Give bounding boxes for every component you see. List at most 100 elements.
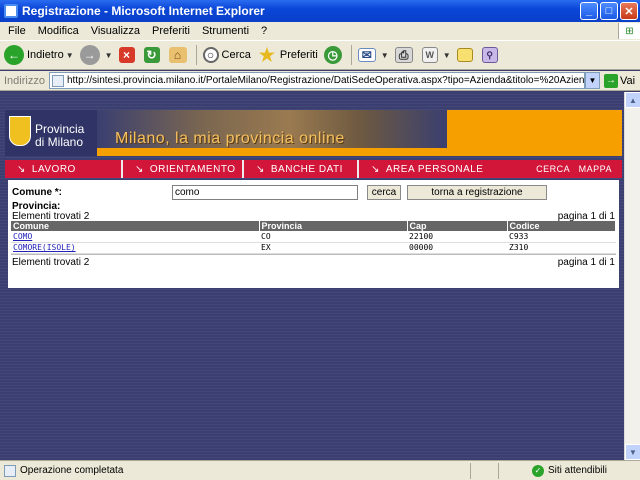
research-icon: ⚲ <box>481 47 498 63</box>
back-dropdown-icon[interactable]: ▼ <box>66 51 74 60</box>
main-nav: ↘ LAVORO ↘ ORIENTAMENTO ↘ BANCHE DATI ↘ … <box>5 160 622 178</box>
go-arrow-icon: → <box>603 73 618 88</box>
scroll-down-icon[interactable]: ▼ <box>625 444 640 460</box>
comune-link[interactable]: COMORE(ISOLE) <box>13 243 76 252</box>
cell-cap: 00000 <box>407 242 507 254</box>
comune-input[interactable] <box>172 185 358 200</box>
provincia-name-line1: Provincia <box>35 122 85 136</box>
research-button[interactable]: ⚲ <box>481 47 501 63</box>
address-dropdown-icon[interactable]: ▼ <box>584 72 600 89</box>
menu-file[interactable]: File <box>2 25 32 37</box>
status-bar: Operazione completata ✓ Siti attendibili <box>0 460 640 480</box>
home-icon: ⌂ <box>168 47 187 63</box>
note-icon <box>456 48 473 62</box>
favorites-button[interactable]: ★ Preferiti <box>257 45 318 65</box>
minimize-button[interactable]: _ <box>580 2 598 20</box>
vertical-scrollbar[interactable]: ▲ ▼ <box>624 92 640 460</box>
stop-icon: × <box>118 47 135 63</box>
torna-registrazione-button[interactable]: torna a registrazione <box>407 185 547 200</box>
column-header-provincia: Provincia <box>259 221 408 231</box>
column-header-cap: Cap <box>407 221 508 231</box>
refresh-button[interactable]: ↻ <box>143 47 163 63</box>
menu-preferiti[interactable]: Preferiti <box>146 25 196 37</box>
close-button[interactable]: ✕ <box>620 2 638 20</box>
menu-bar: File Modifica Visualizza Preferiti Strum… <box>0 22 640 40</box>
cerca-button[interactable]: cerca <box>367 185 401 200</box>
nav-banche-dati-label: BANCHE DATI <box>270 163 343 175</box>
table-header-row: Comune Provincia Cap Codice <box>11 221 616 231</box>
check-icon: ✓ <box>532 464 544 477</box>
address-bar: Indirizzo http://sintesi.provincia.milan… <box>0 71 640 91</box>
back-label: Indietro <box>27 49 64 61</box>
status-segment <box>498 462 526 479</box>
forward-dropdown-icon[interactable]: ▼ <box>105 51 113 60</box>
nav-area-personale-label: AREA PERSONALE <box>385 163 484 175</box>
table-row: COMO CO 22100 C933 <box>11 231 616 243</box>
arrow-icon: ↘ <box>17 163 26 175</box>
menu-strumenti[interactable]: Strumenti <box>196 25 255 37</box>
nav-mappa-link[interactable]: MAPPA <box>579 164 612 174</box>
ie-icon <box>4 4 18 18</box>
cell-provincia: CO <box>259 231 407 243</box>
menu-modifica[interactable]: Modifica <box>32 25 85 37</box>
windows-logo-icon: ⊞ <box>618 23 640 39</box>
history-icon: ◷ <box>323 46 342 64</box>
nav-orientamento-label: ORIENTAMENTO <box>149 163 236 175</box>
menu-help[interactable]: ? <box>255 25 273 37</box>
provincia-name-line2: di Milano <box>35 135 84 149</box>
refresh-icon: ↻ <box>143 47 160 63</box>
go-label: Vai <box>619 74 636 87</box>
cell-codice: Z310 <box>507 242 616 254</box>
arrow-icon: ↘ <box>371 163 380 175</box>
results-count-bottom: Elementi trovati 2 <box>12 257 90 268</box>
divider <box>11 254 616 255</box>
nav-area-personale[interactable]: ↘ AREA PERSONALE <box>359 160 499 178</box>
crest-icon <box>9 116 31 146</box>
address-url: http://sintesi.provincia.milano.it/Porta… <box>66 75 585 86</box>
menu-visualizza[interactable]: Visualizza <box>85 25 146 37</box>
discuss-button[interactable] <box>456 48 476 62</box>
address-label: Indirizzo <box>4 74 45 87</box>
table-row: COMORE(ISOLE) EX 00000 Z310 <box>11 242 616 254</box>
cell-comune: COMORE(ISOLE) <box>11 242 259 254</box>
cell-cap: 22100 <box>407 231 507 243</box>
site-banner: Provincia di Milano Milano, la mia provi… <box>5 110 622 156</box>
search-button[interactable]: ○ Cerca <box>202 47 251 63</box>
nav-lavoro[interactable]: ↘ LAVORO <box>5 160 123 178</box>
comune-form-row: Comune *: cerca torna a registrazione <box>12 185 547 200</box>
arrow-icon: ↘ <box>135 163 144 175</box>
edit-button[interactable]: W ▼ <box>421 47 451 63</box>
back-button[interactable]: ← Indietro ▼ <box>4 45 74 65</box>
history-button[interactable]: ◷ <box>323 46 345 64</box>
forward-arrow-icon: → <box>79 45 100 65</box>
forward-button[interactable]: → ▼ <box>79 45 113 65</box>
page-done-icon <box>4 464 16 477</box>
comune-link[interactable]: COMO <box>13 232 32 241</box>
provincia-logo[interactable]: Provincia di Milano <box>5 110 97 156</box>
nav-orientamento[interactable]: ↘ ORIENTAMENTO <box>123 160 244 178</box>
print-button[interactable]: ⎙ <box>394 47 416 63</box>
status-text: Operazione completata <box>20 465 124 476</box>
edit-dropdown-icon[interactable]: ▼ <box>443 51 451 60</box>
address-input[interactable]: http://sintesi.provincia.milano.it/Porta… <box>48 72 585 89</box>
nav-cerca-link[interactable]: CERCA <box>536 164 570 174</box>
zone-text: Siti attendibili <box>548 465 607 476</box>
home-button[interactable]: ⌂ <box>168 47 190 63</box>
scroll-up-icon[interactable]: ▲ <box>625 92 640 108</box>
mail-button[interactable]: ✉ ▼ <box>357 48 389 62</box>
mail-dropdown-icon[interactable]: ▼ <box>381 51 389 60</box>
status-segment <box>470 462 498 479</box>
nav-banche-dati[interactable]: ↘ BANCHE DATI <box>244 160 359 178</box>
go-button[interactable]: → Vai <box>603 73 636 88</box>
printer-icon: ⎙ <box>394 47 413 63</box>
title-bar: Registrazione - Microsoft Internet Explo… <box>0 0 640 22</box>
results-table: Comune Provincia Cap Codice COMO CO 2210… <box>11 221 616 254</box>
nav-lavoro-label: LAVORO <box>31 163 76 175</box>
pagination-bottom: pagina 1 di 1 <box>557 257 615 268</box>
maximize-button[interactable]: □ <box>600 2 618 20</box>
arrow-icon: ↘ <box>256 163 265 175</box>
toolbar-separator <box>195 45 197 65</box>
status-zone: ✓ Siti attendibili <box>532 464 607 477</box>
word-icon: W <box>421 47 438 63</box>
stop-button[interactable]: × <box>118 47 138 63</box>
